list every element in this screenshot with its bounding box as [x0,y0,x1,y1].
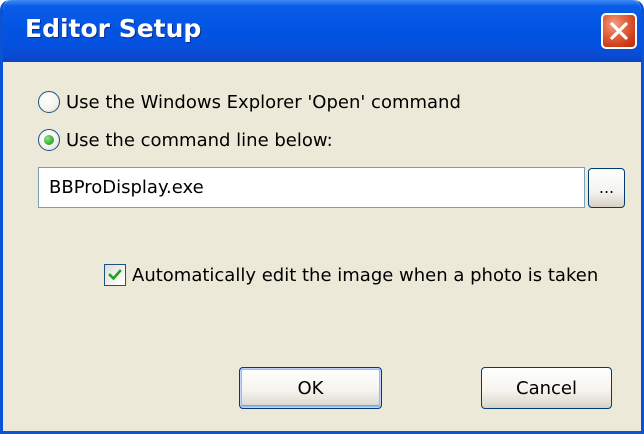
editor-setup-dialog: Editor Setup Use the Windows Explorer 'O… [0,0,644,434]
explorer-open-option[interactable]: Use the Windows Explorer 'Open' command [38,87,461,117]
ok-button[interactable]: OK [239,367,382,409]
cancel-button[interactable]: Cancel [481,367,612,409]
browse-button[interactable]: ... [588,168,625,208]
command-line-input[interactable] [38,167,585,208]
explorer-open-label[interactable]: Use the Windows Explorer 'Open' command [66,92,461,113]
checkmark-icon [108,269,122,281]
auto-edit-option[interactable]: Automatically edit the image when a phot… [104,260,598,290]
close-button[interactable] [601,13,637,49]
window-title: Editor Setup [25,14,202,43]
auto-edit-label[interactable]: Automatically edit the image when a phot… [132,265,598,286]
command-line-radio[interactable] [38,129,60,151]
auto-edit-checkbox[interactable] [104,264,126,286]
close-icon [610,22,628,40]
title-bar[interactable]: Editor Setup [3,0,641,62]
command-line-option[interactable]: Use the command line below: [38,125,333,155]
explorer-open-radio[interactable] [38,91,60,113]
command-line-label[interactable]: Use the command line below: [66,130,333,151]
